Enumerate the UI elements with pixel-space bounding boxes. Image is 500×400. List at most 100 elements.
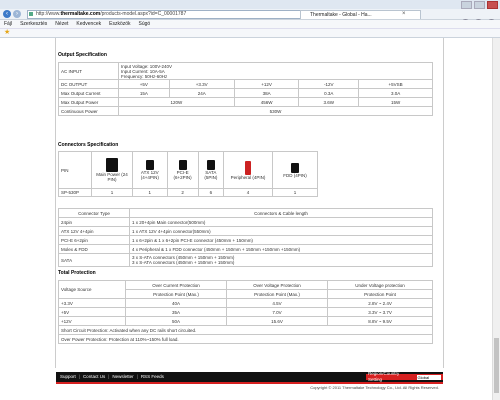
- url-field[interactable]: http://www.thermaltake.com/products-mode…: [27, 10, 307, 19]
- connector-label: SATA (5PIN): [204, 170, 218, 180]
- connector-cell: ATX 12V (4+4PIN): [132, 151, 168, 189]
- close-button[interactable]: [487, 1, 498, 9]
- table-cell: 1 x 6+2pin & 1 x 6+2pin PCI-E connector …: [129, 235, 433, 245]
- menu-edit[interactable]: Szerkesztés: [20, 20, 47, 28]
- sata-connector-image: [206, 160, 215, 170]
- table-cell: 24pin: [58, 217, 130, 227]
- main-power-connector-image: [106, 158, 118, 172]
- region-selector: Region/Country Setting Global: [366, 371, 443, 382]
- address-bar-row: ‹ › http://www.thermaltake.com/products-…: [0, 9, 500, 28]
- table-header: Connectors & Cable length: [129, 208, 433, 218]
- table-cell: 3 x S-ATA connectors (450mm + 150mm + 15…: [129, 253, 433, 267]
- cable-line: 3 x S-ATA connectors (450mm + 150mm + 15…: [132, 260, 235, 265]
- url-domain: thermaltake.com: [60, 11, 101, 17]
- table-cell: 38A: [233, 88, 300, 98]
- copyright-text: Copyright © 2011 Thermaltake Technology …: [310, 385, 439, 390]
- table-cell: +3.3V: [58, 298, 126, 308]
- favorites-add-icon[interactable]: ★: [4, 29, 10, 37]
- table-cell: 24A: [168, 88, 235, 98]
- table-cell: 3.6W: [298, 97, 360, 107]
- table-header: Voltage Source: [58, 280, 126, 299]
- table-cell: 35A: [124, 307, 228, 317]
- table-cell: 4.5V: [226, 298, 329, 308]
- table-row: Max Output Power 120W 456W 3.6W 15W: [58, 97, 433, 107]
- table-cell: Short Circuit Protection: Activated when…: [58, 325, 433, 335]
- atx12v-connector-image: [145, 160, 154, 170]
- minimize-button[interactable]: [461, 1, 472, 9]
- footer-link-support[interactable]: Support: [60, 372, 76, 382]
- maximize-button[interactable]: [474, 1, 485, 9]
- output-spec-table: AC INPUT Input Voltage: 100V-240V Input …: [58, 62, 433, 116]
- table-cell: 0.3A: [298, 88, 360, 98]
- table-row: 24pin 1 x 20+4pin Main connector(500mm): [58, 217, 433, 227]
- table-header: Protection Point (Max.): [124, 289, 228, 299]
- table-cell: Continuous Power: [58, 106, 119, 116]
- table-cell: +12V: [58, 316, 126, 326]
- ac-input-row: AC INPUT Input Voltage: 100V-240V Input …: [58, 62, 433, 80]
- ac-input-line: Frequency: 50Hz-60Hz: [121, 73, 168, 79]
- table-cell: 120W: [118, 97, 235, 107]
- table-cell: 15W: [358, 97, 433, 107]
- footer-link-newsletter[interactable]: Newsletter: [112, 372, 133, 382]
- vertical-scrollbar[interactable]: [492, 38, 500, 400]
- table-row: +3.3V 40A 4.5V 2.8V ~ 2.4V: [58, 298, 433, 308]
- footer-link-rss[interactable]: RSS Feeds: [141, 372, 164, 382]
- scrollbar-thumb[interactable]: [494, 338, 499, 393]
- menu-file[interactable]: Fájl: [4, 20, 12, 28]
- favorites-bar: ★: [0, 29, 500, 38]
- connector-label: FDD (4PIN): [283, 172, 307, 178]
- table-cell: 3.0A: [358, 88, 433, 98]
- back-arrow-icon[interactable]: ‹: [3, 10, 11, 18]
- tab-close-icon[interactable]: ×: [402, 10, 406, 18]
- table-cell: 2: [166, 188, 199, 197]
- footer-separator: |: [136, 374, 138, 379]
- table-cell: ATX 12V 4+4pin: [58, 226, 130, 236]
- connector-label: ATX 12V (4+4PIN): [140, 170, 159, 180]
- table-cell: 7.0V: [226, 307, 329, 317]
- footer-links: Support | Contact Us | Newsletter | RSS …: [60, 372, 164, 382]
- menu-bar: Fájl Szerkesztés Nézet Kedvencek Eszközö…: [0, 20, 500, 29]
- table-cell: 3.3V ~ 3.7V: [327, 307, 433, 317]
- table-cell: 1 x ATX 12V 4+4pin connector(550mm): [129, 226, 433, 236]
- footer-link-contact[interactable]: Contact Us: [83, 372, 105, 382]
- table-header-row: Connector Type Connectors & Cable length: [58, 208, 433, 218]
- window-titlebar: [0, 0, 500, 9]
- menu-view[interactable]: Nézet: [55, 20, 68, 28]
- connector-cell: PCI-E (6+2PIN): [166, 151, 199, 189]
- window-controls: [461, 1, 498, 9]
- menu-help[interactable]: Súgó: [139, 20, 151, 28]
- table-header-row: Voltage Source Over Current Protection O…: [58, 280, 433, 299]
- table-cell: DC OUTPUT: [58, 79, 119, 89]
- table-row: Max Output Current 15A 24A 38A 0.3A 3.0A: [58, 88, 433, 98]
- region-dropdown[interactable]: Global: [416, 374, 441, 380]
- table-header: Protection Point (Max.): [226, 289, 329, 299]
- table-cell: 40A: [124, 298, 228, 308]
- ac-input-label: AC INPUT: [58, 62, 119, 80]
- forward-arrow-icon[interactable]: ›: [13, 10, 21, 18]
- menu-tools[interactable]: Eszközök: [109, 20, 130, 28]
- table-cell: 456W: [233, 97, 300, 107]
- connector-label: Peripheral (4PIN): [230, 174, 266, 180]
- table-row: Over Power Protection: Protection at 110…: [58, 334, 433, 344]
- table-cell: 2.8V ~ 2.4V: [327, 298, 433, 308]
- table-cell: +3.3V: [168, 79, 235, 89]
- table-header: Protection Point: [327, 289, 433, 299]
- table-cell: SATA: [58, 253, 130, 267]
- table-cell: +5V: [58, 307, 126, 317]
- table-cell: 4: [223, 188, 273, 197]
- table-header: Over Current Protection: [124, 280, 228, 290]
- table-cell: 50A: [124, 316, 228, 326]
- table-cell: -12V: [298, 79, 360, 89]
- table-cell: +5VSB: [358, 79, 433, 89]
- table-header: Under Voltage protection: [327, 280, 433, 290]
- table-row: Short Circuit Protection: Activated when…: [58, 325, 433, 335]
- menu-favorites[interactable]: Kedvencek: [76, 20, 101, 28]
- protection-title: Total Protection: [58, 270, 96, 276]
- page-icon: [29, 12, 33, 16]
- table-cell: Max Output Power: [58, 97, 119, 107]
- content-border-right: [443, 38, 444, 368]
- table-cell: +12V: [233, 79, 300, 89]
- table-cell: SP-530P: [58, 188, 92, 197]
- url-prefix: http://www.: [36, 11, 61, 17]
- table-cell: 15A: [118, 88, 170, 98]
